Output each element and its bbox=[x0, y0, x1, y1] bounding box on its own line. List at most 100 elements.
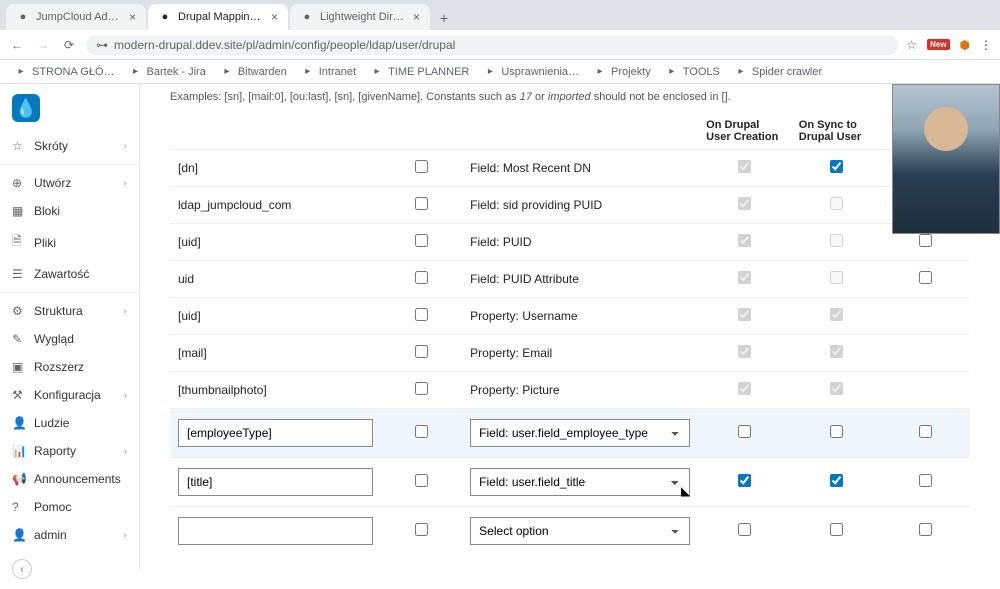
binary-checkbox[interactable] bbox=[415, 523, 428, 536]
revert-checkbox[interactable] bbox=[919, 271, 932, 284]
binary-checkbox[interactable] bbox=[415, 382, 428, 395]
sidebar: 💧 ☆Skróty›⊕Utwórz›▦Bloki🗎Pliki☰Zawartość… bbox=[0, 84, 140, 569]
bookmark-item[interactable]: ▸TIME PLANNER bbox=[364, 63, 475, 81]
sidebar-item[interactable]: ▣Rozszerz bbox=[0, 353, 139, 381]
sidebar-item[interactable]: 📢Announcements bbox=[0, 465, 139, 493]
chevron-right-icon: › bbox=[124, 530, 127, 541]
sidebar-icon: 🗎 bbox=[12, 232, 26, 253]
target-text: Property: Username bbox=[470, 309, 577, 323]
close-tab-icon[interactable]: × bbox=[271, 10, 278, 24]
sidebar-icon: ☆ bbox=[12, 139, 26, 153]
bookmark-item[interactable]: ▸STRONA GŁÓ… bbox=[8, 63, 121, 81]
bookmark-item[interactable]: ▸Spider crawler bbox=[728, 63, 828, 81]
creation-checkbox[interactable] bbox=[738, 474, 751, 487]
creation-checkbox bbox=[738, 234, 751, 247]
favicon-icon: ● bbox=[158, 10, 172, 24]
favicon-icon: ● bbox=[300, 10, 314, 24]
creation-checkbox[interactable] bbox=[738, 523, 751, 536]
sidebar-item[interactable]: ▦Bloki bbox=[0, 197, 139, 225]
table-row: Select option bbox=[170, 507, 970, 556]
bookmark-label: Spider crawler bbox=[752, 66, 822, 78]
sync-checkbox bbox=[830, 234, 843, 247]
bookmark-icon: ▸ bbox=[129, 65, 143, 79]
forward-button[interactable]: → bbox=[34, 36, 52, 54]
reload-button[interactable]: ⟳ bbox=[60, 36, 78, 54]
binary-checkbox[interactable] bbox=[415, 234, 428, 247]
site-info-icon[interactable]: ⊶ bbox=[96, 38, 108, 52]
sidebar-item[interactable]: 👤Ludzie bbox=[0, 409, 139, 437]
extension-icon[interactable]: ⬢ bbox=[960, 38, 970, 52]
sidebar-label: Wygląd bbox=[34, 332, 74, 346]
sidebar-item[interactable]: ⊕Utwórz› bbox=[0, 169, 139, 197]
bookmark-icon: ▸ bbox=[665, 65, 679, 79]
sidebar-item[interactable]: ?Pomoc bbox=[0, 493, 139, 521]
chevron-right-icon: › bbox=[124, 446, 127, 457]
bookmark-item[interactable]: ▸Projekty bbox=[587, 63, 657, 81]
table-row: [mail]Property: Email bbox=[170, 335, 970, 372]
bookmark-item[interactable]: ▸Usprawnienia… bbox=[477, 63, 585, 81]
sidebar-item[interactable]: 👤admin› bbox=[0, 521, 139, 549]
back-button[interactable]: ← bbox=[8, 36, 26, 54]
target-select[interactable]: Select option bbox=[470, 517, 690, 545]
sidebar-item[interactable]: 🗎 Pliki bbox=[0, 225, 139, 260]
sidebar-item[interactable]: ⚒Konfiguracja› bbox=[0, 381, 139, 409]
source-input[interactable] bbox=[178, 517, 373, 545]
browser-tab[interactable]: ●Drupal Mappings | Drus× bbox=[148, 4, 288, 30]
sidebar-item[interactable]: ☆Skróty› bbox=[0, 132, 139, 160]
sidebar-item[interactable]: ✎Wygląd bbox=[0, 325, 139, 353]
target-select[interactable]: Field: user.field_title bbox=[470, 468, 690, 496]
target-text: Field: sid providing PUID bbox=[470, 198, 602, 212]
sidebar-label: Skróty bbox=[34, 139, 68, 153]
binary-checkbox[interactable] bbox=[415, 308, 428, 321]
sidebar-label: admin bbox=[34, 528, 67, 542]
close-tab-icon[interactable]: × bbox=[129, 10, 136, 24]
new-tab-button[interactable]: + bbox=[432, 6, 456, 30]
bookmark-item[interactable]: ▸TOOLS bbox=[659, 63, 726, 81]
sync-checkbox[interactable] bbox=[830, 425, 843, 438]
source-input[interactable] bbox=[178, 419, 373, 447]
sidebar-item[interactable]: ☰Zawartość bbox=[0, 260, 139, 288]
binary-checkbox[interactable] bbox=[415, 160, 428, 173]
bookmark-item[interactable]: ▸Intranet bbox=[295, 63, 362, 81]
browser-tab[interactable]: ●JumpCloud Admin Porta× bbox=[6, 4, 146, 30]
source-text: [dn] bbox=[178, 161, 198, 175]
drupal-logo-icon[interactable]: 💧 bbox=[12, 94, 40, 122]
creation-checkbox[interactable] bbox=[738, 425, 751, 438]
col-creation: On Drupal User Creation bbox=[698, 113, 791, 150]
creation-checkbox bbox=[738, 160, 751, 173]
sidebar-icon: ⚙ bbox=[12, 304, 26, 318]
revert-checkbox[interactable] bbox=[919, 523, 932, 536]
target-select[interactable]: Field: user.field_employee_type bbox=[470, 419, 690, 447]
url-bar[interactable]: ⊶ modern-drupal.ddev.site/pl/admin/confi… bbox=[86, 35, 898, 55]
bookmark-star-icon[interactable]: ☆ bbox=[906, 38, 917, 52]
revert-checkbox[interactable] bbox=[919, 234, 932, 247]
sidebar-item[interactable]: 📊Raporty› bbox=[0, 437, 139, 465]
source-text: uid bbox=[178, 272, 194, 286]
sync-checkbox[interactable] bbox=[830, 474, 843, 487]
table-row: Field: user.field_title bbox=[170, 458, 970, 507]
sync-checkbox[interactable] bbox=[830, 160, 843, 173]
sidebar-label: Pliki bbox=[34, 236, 56, 250]
target-text: Property: Picture bbox=[470, 383, 559, 397]
sidebar-icon: 📊 bbox=[12, 444, 26, 458]
binary-checkbox[interactable] bbox=[415, 197, 428, 210]
bookmark-item[interactable]: ▸Bartek - Jira bbox=[123, 63, 212, 81]
close-tab-icon[interactable]: × bbox=[413, 10, 420, 24]
mappings-table: On Drupal User Creation On Sync to Drupa… bbox=[170, 113, 970, 555]
creation-checkbox bbox=[738, 197, 751, 210]
menu-icon[interactable]: ⋮ bbox=[980, 38, 992, 52]
revert-checkbox[interactable] bbox=[919, 474, 932, 487]
binary-checkbox[interactable] bbox=[415, 474, 428, 487]
sync-checkbox[interactable] bbox=[830, 523, 843, 536]
binary-checkbox[interactable] bbox=[415, 271, 428, 284]
chevron-right-icon: › bbox=[124, 178, 127, 189]
sidebar-item[interactable]: ⚙Struktura› bbox=[0, 297, 139, 325]
collapse-sidebar-button[interactable]: ‹ bbox=[12, 559, 32, 579]
bookmark-item[interactable]: ▸Bitwarden bbox=[214, 63, 293, 81]
binary-checkbox[interactable] bbox=[415, 345, 428, 358]
binary-checkbox[interactable] bbox=[415, 425, 428, 438]
revert-checkbox[interactable] bbox=[919, 425, 932, 438]
source-input[interactable] bbox=[178, 468, 373, 496]
browser-tab[interactable]: ●Lightweight Directory A× bbox=[290, 4, 430, 30]
creation-checkbox bbox=[738, 345, 751, 358]
